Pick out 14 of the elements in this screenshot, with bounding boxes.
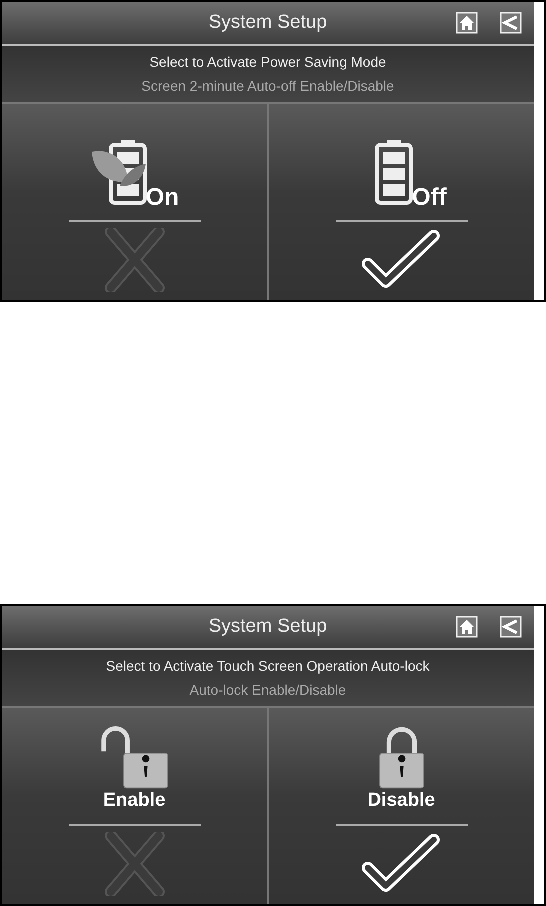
- option-label: Disable: [368, 790, 436, 812]
- option-label: Enable: [103, 790, 166, 812]
- home-icon[interactable]: [456, 616, 478, 638]
- instruction-text: Select to Activate Power Saving Mode: [150, 54, 386, 70]
- screen-title: System Setup: [208, 616, 328, 638]
- option-label: Off: [412, 184, 447, 212]
- option-label: On: [146, 184, 180, 212]
- back-icon[interactable]: [500, 616, 522, 638]
- back-icon[interactable]: [500, 12, 522, 34]
- screen-title: System Setup: [208, 12, 328, 34]
- instruction-text: Select to Activate Touch Screen Operation Auto-lock: [106, 658, 430, 674]
- note-text: Screen 2-minute Auto-off Enable/Disable: [142, 78, 394, 94]
- home-icon[interactable]: [456, 12, 478, 34]
- note-text: Auto-lock Enable/Disable: [190, 682, 346, 698]
